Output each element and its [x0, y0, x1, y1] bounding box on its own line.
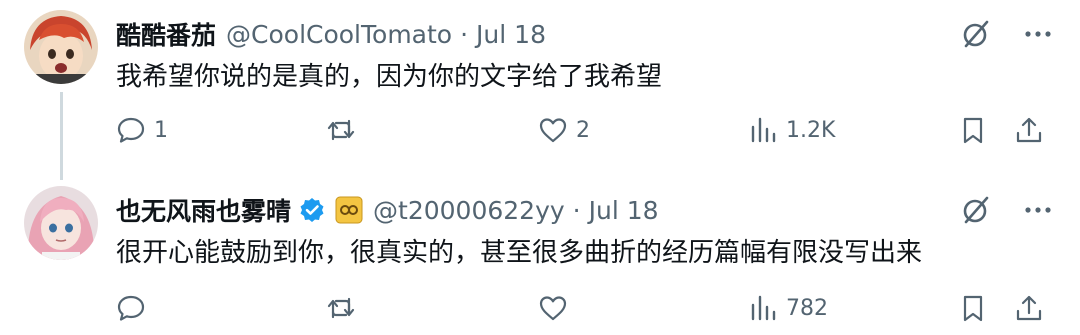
- tweet-date[interactable]: Jul 18: [589, 196, 659, 225]
- more-icon[interactable]: [1022, 18, 1054, 50]
- verified-badge-icon: [299, 197, 325, 223]
- display-name[interactable]: 酷酷番茄: [116, 16, 216, 52]
- user-handle[interactable]: @t20000622yy: [373, 196, 565, 225]
- like-button[interactable]: 2: [538, 110, 590, 150]
- tweet-text: 很开心能鼓励到你，很真实的，甚至很多曲折的经历篇幅有限没写出来: [116, 238, 923, 268]
- share-icon: [1016, 295, 1042, 321]
- like-button[interactable]: [538, 288, 576, 328]
- grok-icon[interactable]: [960, 18, 992, 50]
- avatar[interactable]: [24, 10, 98, 84]
- retweet-button[interactable]: [326, 110, 364, 150]
- view-count: 782: [786, 295, 828, 321]
- tweet-text: 我希望你说的是真的，因为你的文字给了我希望: [116, 62, 663, 92]
- tweet-actions: 782: [0, 288, 1080, 328]
- tweet[interactable]: 酷酷番茄 @CoolCoolTomato · Jul 18 我希望你说的是真的，…: [0, 0, 1080, 180]
- reply-icon: [117, 117, 145, 143]
- share-icon: [1016, 117, 1042, 143]
- reply-count: 1: [154, 117, 168, 143]
- reply-icon: [117, 295, 145, 321]
- retweet-icon: [327, 297, 355, 319]
- avatar[interactable]: [24, 186, 98, 260]
- tweet[interactable]: 也无风雨也雾晴 @t20000622yy · Jul 18 很开心能鼓励到你，很…: [0, 176, 1080, 335]
- views-icon: [751, 117, 776, 143]
- views-button[interactable]: 782: [748, 288, 828, 328]
- view-count: 1.2K: [786, 117, 836, 143]
- like-count: 2: [576, 117, 590, 143]
- bookmark-icon: [963, 117, 983, 144]
- bookmark-icon: [963, 295, 983, 322]
- retweet-icon: [327, 119, 355, 141]
- more-icon[interactable]: [1022, 194, 1054, 226]
- separator-dot: ·: [572, 195, 581, 225]
- reply-button[interactable]: 1: [116, 110, 168, 150]
- tweet-actions: 1 2 1.2K: [0, 110, 1080, 150]
- like-icon: [539, 296, 567, 321]
- tweet-top-actions: [960, 194, 1054, 226]
- display-name[interactable]: 也无风雨也雾晴: [116, 192, 291, 228]
- grok-icon[interactable]: [960, 194, 992, 226]
- share-button[interactable]: [1014, 288, 1044, 328]
- user-handle[interactable]: @CoolCoolTomato: [226, 20, 452, 49]
- reply-button[interactable]: [116, 288, 154, 328]
- tweet-date[interactable]: Jul 18: [476, 20, 546, 49]
- tweet-header: 酷酷番茄 @CoolCoolTomato · Jul 18: [116, 16, 546, 52]
- affiliate-badge-icon[interactable]: [335, 196, 363, 224]
- share-button[interactable]: [1014, 110, 1044, 150]
- views-button[interactable]: 1.2K: [748, 110, 835, 150]
- retweet-button[interactable]: [326, 288, 364, 328]
- like-icon: [539, 118, 567, 143]
- bookmark-button[interactable]: [958, 288, 988, 328]
- separator-dot: ·: [460, 19, 469, 49]
- views-icon: [751, 295, 776, 321]
- tweet-header: 也无风雨也雾晴 @t20000622yy · Jul 18: [116, 192, 659, 228]
- bookmark-button[interactable]: [958, 110, 988, 150]
- tweet-top-actions: [960, 18, 1054, 50]
